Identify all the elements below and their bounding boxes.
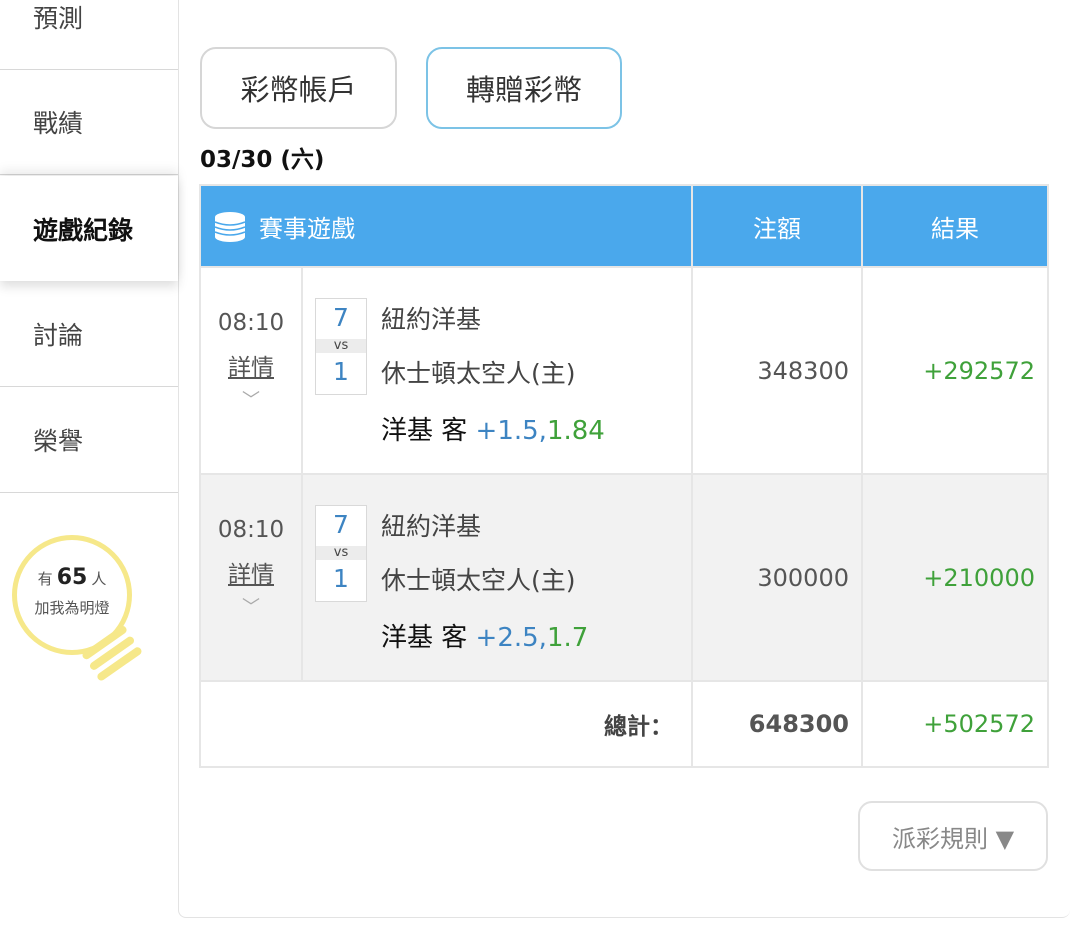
match-cell: 7 vs 1 紐約洋基 休士頓太空人(主) 洋基 客 +1.5,1.84 xyxy=(301,266,693,475)
coin-account-button[interactable]: 彩幣帳戶 xyxy=(200,47,397,129)
header-amount: 注額 xyxy=(691,184,863,268)
vs-label: vs xyxy=(316,339,366,353)
away-score: 7 xyxy=(333,303,349,332)
score-box: 7 vs 1 xyxy=(315,505,367,602)
bet-team: 洋基 客 xyxy=(381,416,468,446)
followers-caption: 加我為明燈 xyxy=(34,599,110,617)
chevron-down-icon[interactable]: ﹀ xyxy=(201,593,301,619)
payout-rules-button[interactable]: 派彩規則 ▼ xyxy=(858,801,1048,871)
sidebar-item-label: 討論 xyxy=(33,321,84,350)
details-link[interactable]: 詳情 xyxy=(201,555,301,589)
sidebar-item-label: 榮譽 xyxy=(33,427,84,456)
total-row: 總計： 648300 +502572 xyxy=(199,680,1049,768)
sidebar-item-discussion[interactable]: 討論 xyxy=(0,282,178,387)
home-score: 1 xyxy=(333,357,349,386)
total-result: +502572 xyxy=(861,680,1049,768)
bet-result: +210000 xyxy=(861,473,1049,682)
sidebar-item-predictions[interactable]: 預測 xyxy=(0,0,178,70)
away-team: 紐約洋基 xyxy=(381,305,482,334)
bet-handicap: +2.5, xyxy=(475,623,547,653)
sidebar-item-honors[interactable]: 榮譽 xyxy=(0,388,178,493)
sidebar-item-game-history[interactable]: 遊戲紀錄 xyxy=(0,176,178,281)
header-game-label: 賽事遊戲 xyxy=(259,214,355,243)
table-row: 08:10 詳情 ﹀ 7 vs 1 紐約洋基 休士頓太空人(主) 洋基 客 +1… xyxy=(199,266,1049,475)
header-game: 賽事遊戲 xyxy=(199,184,693,268)
followers-prefix: 有 xyxy=(37,570,53,588)
sidebar-item-label: 預測 xyxy=(33,4,84,33)
header-result: 結果 xyxy=(861,184,1049,268)
gift-coins-button[interactable]: 轉贈彩幣 xyxy=(426,47,622,129)
vs-label: vs xyxy=(316,546,366,560)
sidebar-item-label: 遊戲紀錄 xyxy=(33,215,134,245)
match-time: 08:10 xyxy=(217,517,285,543)
total-label: 總計： xyxy=(199,680,692,768)
bet-handicap: +1.5, xyxy=(475,416,547,446)
bet-result: +292572 xyxy=(861,266,1049,475)
sidebar-item-record[interactable]: 戰績 xyxy=(0,70,178,175)
followers-suffix: 人 xyxy=(91,570,107,588)
home-team: 休士頓太空人(主) xyxy=(381,566,576,595)
chevron-down-icon[interactable]: ﹀ xyxy=(201,386,301,412)
home-score: 1 xyxy=(333,564,349,593)
date-label: 03/30 (六) xyxy=(200,147,325,173)
match-cell: 7 vs 1 紐約洋基 休士頓太空人(主) 洋基 客 +2.5,1.7 xyxy=(301,473,693,682)
bet-amount: 300000 xyxy=(691,473,863,682)
bet-amount: 348300 xyxy=(691,266,863,475)
match-time: 08:10 xyxy=(217,310,285,336)
home-team: 休士頓太空人(主) xyxy=(381,359,576,388)
bet-info: 洋基 客 +2.5,1.7 xyxy=(381,617,588,654)
bet-odds: 1.84 xyxy=(546,416,605,446)
table-row: 08:10 詳情 ﹀ 7 vs 1 紐約洋基 休士頓太空人(主) 洋基 客 +2… xyxy=(199,473,1049,682)
followers-bulb[interactable]: 有 65 人 加我為明燈 xyxy=(12,535,144,685)
followers-count: 65 xyxy=(56,565,88,590)
bet-info: 洋基 客 +1.5,1.84 xyxy=(381,410,605,447)
followers-count-line: 有 65 人 xyxy=(12,565,132,590)
game-records-table: 賽事遊戲 注額 結果 08:10 詳情 ﹀ 7 vs 1 紐約洋基 休士頓太空人… xyxy=(199,184,1049,768)
coin-stack-icon xyxy=(214,212,246,242)
main-panel: 彩幣帳戶 轉贈彩幣 03/30 (六) 賽事遊戲 注額 結果 08:10 詳情 … xyxy=(178,0,1070,918)
away-score: 7 xyxy=(333,510,349,539)
score-box: 7 vs 1 xyxy=(315,298,367,395)
match-time-cell: 08:10 詳情 ﹀ xyxy=(199,473,303,682)
sidebar-item-label: 戰績 xyxy=(33,109,84,138)
away-team: 紐約洋基 xyxy=(381,512,482,541)
bet-team: 洋基 客 xyxy=(381,623,468,653)
total-amount: 648300 xyxy=(691,680,863,768)
match-time-cell: 08:10 詳情 ﹀ xyxy=(199,266,303,475)
details-link[interactable]: 詳情 xyxy=(201,348,301,382)
sidebar: 預測 戰績 遊戲紀錄 討論 榮譽 有 65 人 加我為明燈 xyxy=(0,0,178,944)
bet-odds: 1.7 xyxy=(546,623,589,653)
